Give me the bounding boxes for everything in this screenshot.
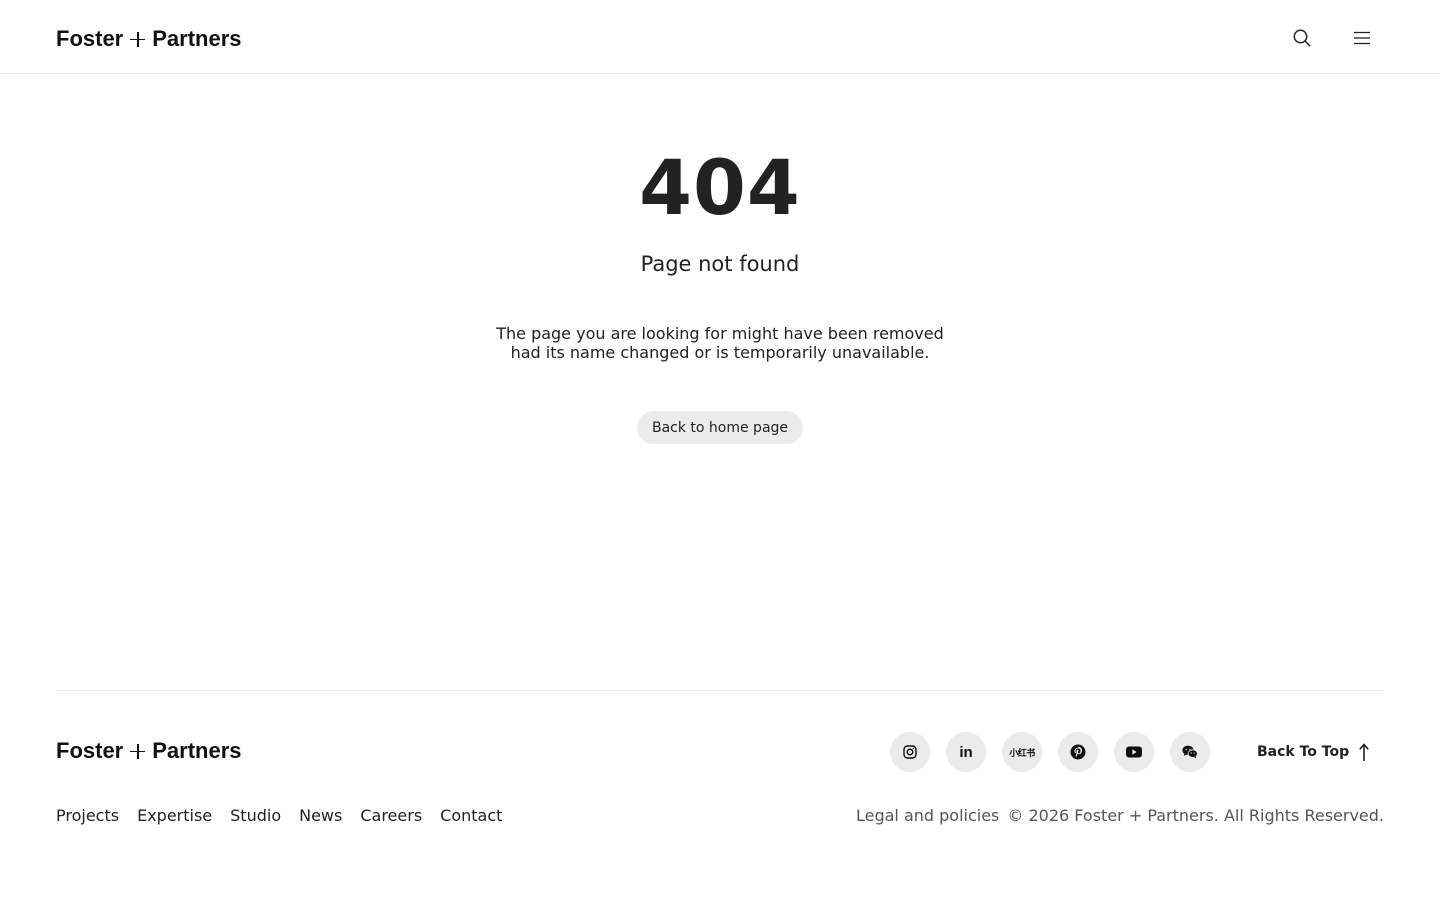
- youtube-link[interactable]: [1114, 732, 1154, 772]
- footer-nav: Projects Expertise Studio News Careers C…: [56, 805, 520, 827]
- logo-text-foster: Foster: [56, 738, 124, 763]
- xiaohongshu-link[interactable]: 小红书: [1002, 732, 1042, 772]
- pinterest-link[interactable]: [1058, 732, 1098, 772]
- wechat-icon: [1182, 745, 1198, 759]
- footer-legal: Legal and policies © 2026 Foster + Partn…: [856, 805, 1384, 827]
- header-logo[interactable]: Foster Partners: [56, 26, 242, 52]
- error-code: 404: [639, 143, 801, 232]
- plus-icon: [130, 31, 146, 47]
- error-message-line-1: The page you are looking for might have …: [496, 324, 944, 343]
- xiaohongshu-icon: 小红书: [1009, 748, 1035, 759]
- footer-nav-expertise[interactable]: Expertise: [137, 805, 212, 827]
- footer-nav-news[interactable]: News: [299, 805, 342, 827]
- footer-nav-careers[interactable]: Careers: [360, 805, 422, 827]
- error-message: The page you are looking for might have …: [0, 324, 1440, 362]
- arrow-up-icon: [1359, 743, 1369, 761]
- back-to-top-link[interactable]: Back To Top: [1257, 741, 1370, 763]
- wechat-link[interactable]: [1170, 732, 1210, 772]
- instagram-icon: [903, 745, 917, 759]
- linkedin-icon: in: [959, 743, 973, 761]
- error-message-line-2: had its name changed or is temporarily u…: [510, 343, 930, 362]
- site-header: Foster Partners: [0, 0, 1440, 74]
- back-to-home-button[interactable]: Back to home page: [637, 411, 803, 444]
- logo-text-partners: Partners: [152, 738, 242, 763]
- logo-text-foster: Foster: [56, 26, 124, 51]
- copyright-text: © 2026 Foster + Partners. All Rights Res…: [1007, 806, 1384, 825]
- back-to-top-label: Back To Top: [1257, 744, 1350, 760]
- search-button[interactable]: [1288, 24, 1316, 52]
- footer-logo[interactable]: Foster Partners: [56, 738, 242, 764]
- footer-divider: [56, 690, 1384, 691]
- hamburger-menu-icon: [1354, 31, 1370, 45]
- footer-nav-studio[interactable]: Studio: [230, 805, 281, 827]
- search-icon: [1293, 29, 1311, 47]
- footer-nav-contact[interactable]: Contact: [440, 805, 502, 827]
- pinterest-icon: [1070, 744, 1086, 760]
- legal-policies-link[interactable]: Legal and policies: [856, 805, 999, 827]
- youtube-icon: [1126, 746, 1142, 758]
- instagram-link[interactable]: [890, 732, 930, 772]
- error-title: Page not found: [640, 252, 800, 276]
- menu-button[interactable]: [1348, 24, 1376, 52]
- linkedin-link[interactable]: in: [946, 732, 986, 772]
- footer-nav-projects[interactable]: Projects: [56, 805, 119, 827]
- logo-text-partners: Partners: [152, 26, 242, 51]
- plus-icon: [130, 743, 146, 759]
